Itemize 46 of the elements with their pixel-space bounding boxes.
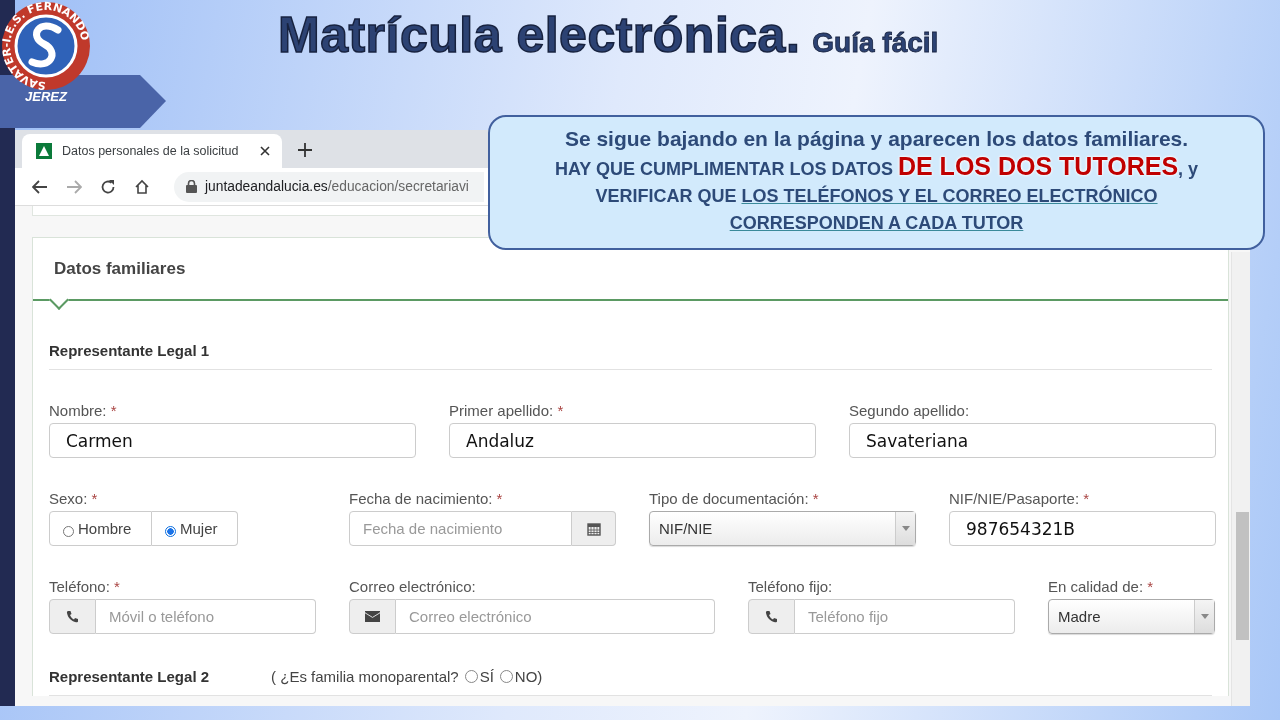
lock-icon — [186, 180, 197, 193]
address-bar[interactable]: juntadeandalucia.es/educacion/secretariavi — [174, 171, 484, 202]
home-icon[interactable] — [134, 178, 150, 195]
radio-option[interactable]: Hombre — [49, 511, 152, 546]
slide-subtitle: Guía fácil — [812, 27, 939, 59]
field-label: Segundo apellido: — [849, 402, 971, 421]
favicon-icon — [36, 143, 52, 159]
text-field[interactable]: Carmen — [49, 423, 416, 458]
phone-icon — [765, 610, 778, 623]
field-label: Fecha de nacimiento: * — [349, 490, 504, 509]
dropdown[interactable]: Madre — [1048, 599, 1215, 634]
text-field[interactable]: Andaluz — [449, 423, 816, 458]
field-label: Correo electrónico: — [349, 578, 477, 597]
radio-option[interactable]: Mujer — [152, 511, 238, 546]
reload-icon[interactable] — [100, 178, 116, 195]
caret-icon — [901, 526, 910, 531]
field-label: Tipo de documentación: * — [649, 490, 820, 509]
callout-text: HAY QUE CUMPLIMENTAR LOS DATOS DE LOS DOS TUTORES, y VERIFICAR QUE LOS TELÉFONOS Y EL CORREO ELECTRÓNICO CORRESPONDEN A CADA TUTOR — [553, 153, 1200, 235]
question-text: ( ¿Es familia monoparental? — [271, 668, 459, 685]
phone-icon — [66, 610, 79, 623]
browser-tab[interactable]: Datos personales de la solicitud — [22, 134, 282, 168]
calendar-button[interactable] — [572, 511, 616, 546]
text-field[interactable]: Savateriana — [849, 423, 1216, 458]
radio-option[interactable]: NO) — [499, 668, 543, 685]
field-label: Nombre: * — [49, 402, 118, 421]
section-title: Datos familiares — [54, 258, 186, 279]
text-field[interactable]: 987654321B — [949, 511, 1216, 546]
subsection-title: Representante Legal 1 — [49, 342, 211, 359]
field-label: Teléfono: * — [49, 578, 121, 597]
back-icon[interactable] — [32, 179, 48, 194]
scrollbar[interactable] — [1231, 252, 1250, 706]
subsection-title: Representante Legal 2 — [49, 668, 210, 685]
new-tab-icon[interactable] — [298, 143, 312, 157]
radio-option[interactable]: SÍ — [464, 668, 494, 685]
dropdown[interactable]: NIF/NIE — [649, 511, 916, 546]
field-label: Teléfono fijo: — [748, 578, 834, 597]
slide-title: Matrícula electrónica. — [278, 6, 801, 64]
field-label: NIF/NIE/Pasaporte: * — [949, 490, 1091, 509]
field-label: En calidad de: * — [1048, 578, 1155, 597]
field-label: Primer apellido: * — [449, 402, 565, 421]
callout-heading: Se sigue bajando en la página y aparecen los datos familiares. — [563, 127, 1190, 151]
field-label: Sexo: * — [49, 490, 99, 509]
caret-icon — [1200, 614, 1209, 619]
close-icon[interactable] — [260, 146, 270, 156]
calendar-icon — [586, 521, 601, 536]
envelope-icon — [365, 611, 380, 622]
